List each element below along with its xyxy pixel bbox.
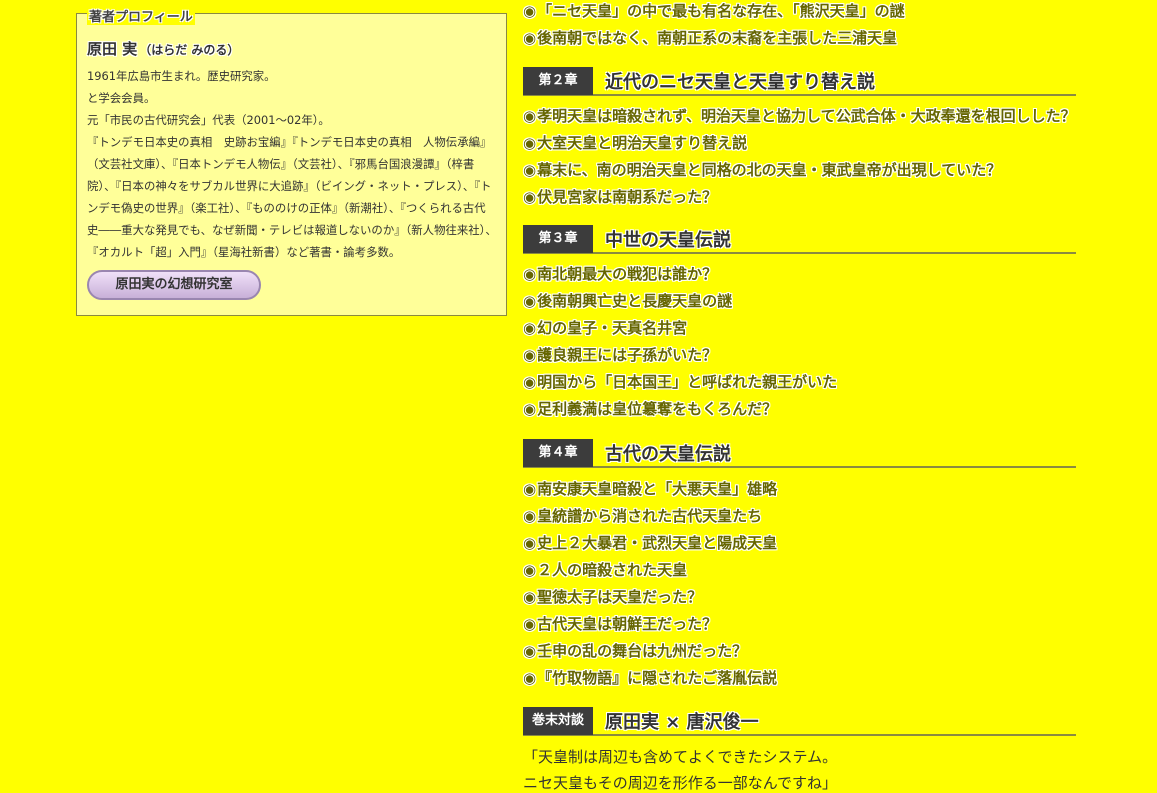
bullet-icon: ◉ xyxy=(523,188,537,206)
bio-works: 『トンデモ日本史の真相 史跡お宝編』『トンデモ日本史の真相 人物伝承編』（文芸社… xyxy=(87,135,497,259)
toc-item[interactable]: ◉護良親王には子孫がいた？ xyxy=(523,344,717,365)
bullet-icon: ◉ xyxy=(523,534,537,552)
bullet-icon: ◉ xyxy=(523,400,537,418)
chapter-3-header: 第３章 中世の天皇伝説 xyxy=(523,224,1076,254)
toc-item[interactable]: ◉足利義満は皇位簒奪をもくろんだ？ xyxy=(523,398,777,419)
bullet-icon: ◉ xyxy=(523,615,537,633)
author-name-reading: （はらだ みのる） xyxy=(139,43,240,57)
toc-item[interactable]: ◉「ニセ天皇」の中で最も有名な存在、「熊沢天皇」の謎 xyxy=(523,0,905,21)
bio-line: と学会会員。 xyxy=(87,91,156,105)
toc-item[interactable]: ◉南北朝最大の戦犯は誰か？ xyxy=(523,263,717,284)
bullet-icon: ◉ xyxy=(523,373,537,391)
bio-line: 1961年広島市生まれ。歴史研究家。 xyxy=(87,69,276,83)
toc-item[interactable]: ◉『竹取物語』に隠されたご落胤伝説 xyxy=(523,667,777,688)
talk-quote-line: 「天皇制は周辺も含めてよくできたシステム。 xyxy=(523,748,838,766)
talk-header: 巻末対談 原田実 × 唐沢俊一 xyxy=(523,706,1076,736)
author-bio: 1961年広島市生まれ。歴史研究家。 と学会会員。 元「市民の古代研究会」代表（… xyxy=(87,65,497,263)
toc-item[interactable]: ◉幕末に、南の明治天皇と同格の北の天皇・東武皇帝が出現していた？ xyxy=(523,159,1001,180)
fantasy-lab-button[interactable]: 原田実の幻想研究室 xyxy=(87,270,261,300)
bullet-icon: ◉ xyxy=(523,561,537,579)
toc-item[interactable]: ◉孝明天皇は暗殺されず、明治天皇と協力して公武合体・大政奉還を根回しした？ xyxy=(523,105,1076,126)
talk-quote-line: ニセ天皇もその周辺を形作る一部なんですね」 xyxy=(523,774,837,792)
bullet-icon: ◉ xyxy=(523,346,537,364)
bullet-icon: ◉ xyxy=(523,319,537,337)
bullet-icon: ◉ xyxy=(523,292,537,310)
toc-item[interactable]: ◉大室天皇と明治天皇すり替え説 xyxy=(523,132,747,153)
author-name: 原田 実（はらだ みのる） xyxy=(87,38,239,59)
bullet-icon: ◉ xyxy=(523,669,537,687)
bullet-icon: ◉ xyxy=(523,161,537,179)
author-name-kanji: 原田 実 xyxy=(87,40,138,58)
bullet-icon: ◉ xyxy=(523,29,537,47)
talk-badge: 巻末対談 xyxy=(523,707,593,735)
chapter-4-header: 第４章 古代の天皇伝説 xyxy=(523,438,1076,468)
bullet-icon: ◉ xyxy=(523,265,537,283)
toc-item[interactable]: ◉史上２大暴君・武烈天皇と陽成天皇 xyxy=(523,532,777,553)
toc-item[interactable]: ◉後南朝ではなく、南朝正系の末裔を主張した三浦天皇 xyxy=(523,27,897,48)
toc-item[interactable]: ◉皇統譜から消された古代天皇たち xyxy=(523,505,762,526)
author-profile-box: 著者プロフィール 原田 実（はらだ みのる） 1961年広島市生まれ。歴史研究家… xyxy=(76,6,507,316)
bullet-icon: ◉ xyxy=(523,507,537,525)
toc-item[interactable]: ◉幻の皇子・天真名井宮 xyxy=(523,317,687,338)
bullet-icon: ◉ xyxy=(523,107,537,125)
toc-item[interactable]: ◉南安康天皇暗殺と「大悪天皇」雄略 xyxy=(523,478,777,499)
bullet-icon: ◉ xyxy=(523,2,537,20)
chapter-badge: 第２章 xyxy=(523,67,593,95)
bullet-icon: ◉ xyxy=(523,588,537,606)
bullet-icon: ◉ xyxy=(523,480,537,498)
bio-line: 元「市民の古代研究会」代表（2001～02年）。 xyxy=(87,113,330,127)
toc-item[interactable]: ◉明国から「日本国王」と呼ばれた親王がいた xyxy=(523,371,837,392)
chapter-title: 中世の天皇伝説 xyxy=(605,230,731,251)
chapter-title: 近代のニセ天皇と天皇すり替え説 xyxy=(605,72,875,93)
profile-heading: 著者プロフィール xyxy=(87,6,195,25)
chapter-badge: 第３章 xyxy=(523,225,593,253)
bullet-icon: ◉ xyxy=(523,642,537,660)
toc-item[interactable]: ◉壬申の乱の舞台は九州だった？ xyxy=(523,640,747,661)
bullet-icon: ◉ xyxy=(523,134,537,152)
toc-item[interactable]: ◉後南朝興亡史と長慶天皇の謎 xyxy=(523,290,732,311)
toc-item[interactable]: ◉伏見宮家は南朝系だった？ xyxy=(523,186,717,207)
toc-item[interactable]: ◉古代天皇は朝鮮王だった？ xyxy=(523,613,717,634)
toc-item[interactable]: ◉２人の暗殺された天皇 xyxy=(523,559,687,580)
chapter-badge: 第４章 xyxy=(523,439,593,467)
chapter-2-header: 第２章 近代のニセ天皇と天皇すり替え説 xyxy=(523,66,1076,96)
toc-item[interactable]: ◉聖徳太子は天皇だった？ xyxy=(523,586,702,607)
chapter-title: 古代の天皇伝説 xyxy=(605,444,731,465)
talk-title: 原田実 × 唐沢俊一 xyxy=(605,712,759,733)
